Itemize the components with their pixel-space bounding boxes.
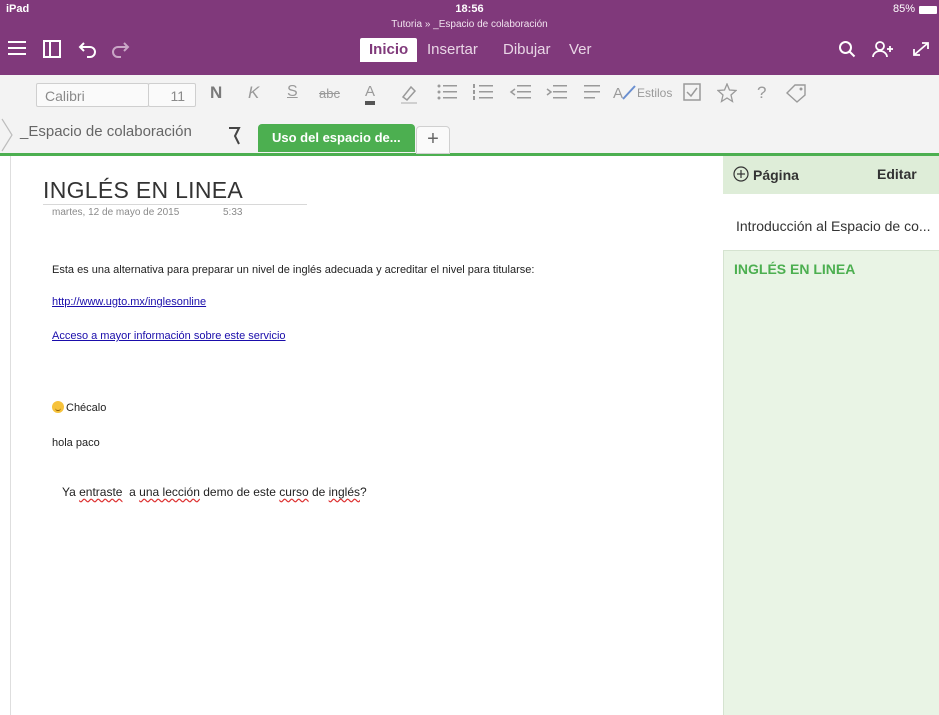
intro-paragraph[interactable]: Esta es una alternativa para preparar un… xyxy=(52,264,534,276)
question-tag-button[interactable]: ? xyxy=(757,83,766,103)
notebook-icon[interactable] xyxy=(43,40,61,62)
back-chevron-icon[interactable] xyxy=(0,117,14,153)
tab-insertar[interactable]: Insertar xyxy=(427,41,478,58)
q-misspelled: curso xyxy=(279,485,309,499)
q-text: a xyxy=(122,485,140,499)
styles-icon[interactable]: A xyxy=(613,83,637,105)
battery-icon xyxy=(919,6,937,14)
bold-button[interactable]: N xyxy=(210,83,222,103)
tag-icon[interactable] xyxy=(785,83,807,107)
format-ribbon: Calibri 11 N K S abc A A Estilos ? xyxy=(0,75,939,118)
add-section-button[interactable]: + xyxy=(416,126,450,154)
checalo-text: Chécalo xyxy=(66,402,107,414)
section-group-icon[interactable] xyxy=(226,126,242,146)
q-text: demo de este xyxy=(199,485,280,499)
expand-icon[interactable] xyxy=(911,40,931,62)
bullet-list-icon[interactable] xyxy=(437,83,457,105)
search-icon[interactable] xyxy=(838,40,856,62)
document-title: Tutoria » _Espacio de colaboración xyxy=(391,19,548,30)
page-title[interactable]: INGLÉS EN LINEA xyxy=(43,177,243,204)
underline-button[interactable]: S xyxy=(287,83,298,101)
q-misspelled: una lección xyxy=(139,485,200,499)
redo-icon[interactable] xyxy=(110,40,130,62)
page-list-item[interactable]: Introducción al Espacio de co... xyxy=(723,194,939,251)
page-item-label: Introducción al Espacio de co... xyxy=(736,218,931,234)
checkbox-tag-icon[interactable] xyxy=(683,83,701,105)
tab-dibujar[interactable]: Dibujar xyxy=(503,41,551,58)
link-inglesonline[interactable]: http://www.ugto.mx/inglesonline xyxy=(52,296,206,308)
title-divider xyxy=(43,204,307,205)
section-tab-bar: _Espacio de colaboración Uso del espacio… xyxy=(0,117,939,156)
section-name[interactable]: _Espacio de colaboración xyxy=(20,123,192,140)
highlighter-icon[interactable] xyxy=(399,83,419,109)
tab-uso-del-espacio[interactable]: Uso del espacio de... xyxy=(258,124,415,152)
decrease-indent-icon[interactable] xyxy=(509,83,531,105)
hola-line[interactable]: hola paco xyxy=(52,437,100,449)
edit-pages-button[interactable]: Editar xyxy=(877,166,917,182)
tab-inicio[interactable]: Inicio xyxy=(360,38,418,62)
app-top-bar: iPad 18:56 85% Tutoria » _Espacio de col… xyxy=(0,0,939,75)
clock: 18:56 xyxy=(455,3,484,15)
note-page[interactable] xyxy=(10,156,724,715)
page-list-item-active[interactable]: INGLÉS EN LINEA xyxy=(734,261,855,277)
battery-percent: 85% xyxy=(892,3,915,15)
checalo-line[interactable]: Chécalo xyxy=(52,401,106,414)
question-line[interactable]: Ya entraste a una lección demo de este c… xyxy=(62,485,367,499)
page-date: martes, 12 de mayo de 2015 xyxy=(52,207,180,218)
font-color-button[interactable]: A xyxy=(365,83,376,105)
hamburger-icon[interactable] xyxy=(8,40,26,60)
add-page-button[interactable]: Página xyxy=(733,166,799,183)
q-misspelled: inglés xyxy=(328,485,360,499)
increase-indent-icon[interactable] xyxy=(545,83,567,105)
star-icon[interactable] xyxy=(716,82,738,107)
font-name-field[interactable]: Calibri xyxy=(36,83,149,107)
numbered-list-icon[interactable] xyxy=(473,83,493,105)
link-more-info[interactable]: Acceso a mayor información sobre este se… xyxy=(52,330,286,342)
svg-text:A: A xyxy=(613,85,623,101)
tab-ver[interactable]: Ver xyxy=(569,41,592,58)
q-text: Ya xyxy=(62,485,80,499)
italic-button[interactable]: K xyxy=(248,83,259,103)
q-misspelled: entraste xyxy=(79,485,123,499)
q-text: de xyxy=(308,485,329,499)
smiley-icon xyxy=(52,401,64,413)
add-person-icon[interactable] xyxy=(872,40,894,62)
align-icon[interactable] xyxy=(582,83,602,105)
add-circle-icon xyxy=(733,166,749,182)
font-size-field[interactable]: 11 xyxy=(148,83,196,107)
q-text: ? xyxy=(360,485,367,499)
add-page-label: Página xyxy=(753,167,799,183)
strikethrough-button[interactable]: abc xyxy=(319,86,340,101)
status-bar: iPad 18:56 85% xyxy=(0,0,939,18)
styles-button[interactable]: Estilos xyxy=(637,86,672,100)
page-time: 5:33 xyxy=(223,207,243,218)
undo-icon[interactable] xyxy=(78,40,98,62)
